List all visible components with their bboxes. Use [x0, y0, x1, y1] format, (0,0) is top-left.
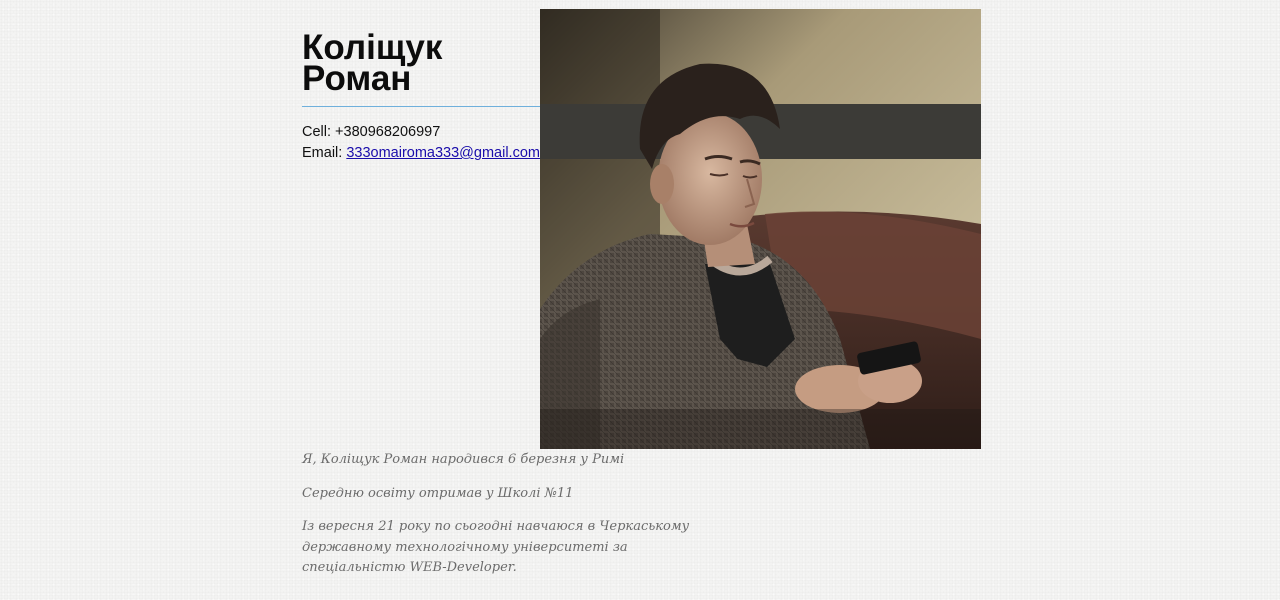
cell-row: Cell: +380968206997	[302, 122, 540, 143]
email-label: Email:	[302, 145, 343, 161]
bio-paragraph: Я, Коліщук Роман народився 6 березня у Р…	[302, 452, 625, 467]
cell-value: +380968206997	[335, 124, 441, 140]
email-row: Email: 333omairoma333@gmail.com	[302, 143, 540, 164]
contact-info: Cell: +380968206997 Email: 333omairoma33…	[302, 122, 540, 164]
portrait-photo-icon	[540, 9, 981, 449]
name-second-line: Роман	[302, 59, 412, 98]
bio-section: Я, Коліщук Роман народився 6 березня у Р…	[302, 450, 712, 592]
page-header: Коліщук Роман	[302, 30, 540, 98]
header-divider	[302, 106, 540, 107]
email-link[interactable]: 333omairoma333@gmail.com	[346, 145, 540, 161]
profile-photo	[540, 9, 981, 449]
page-title: Коліщук Роман	[302, 30, 540, 98]
cell-label: Cell:	[302, 124, 332, 140]
bio-paragraph: Із вересня 21 року по сьогодні навчаюся …	[302, 519, 690, 575]
bio-paragraph: Середню освіту отримав у Школі №11	[302, 485, 574, 501]
